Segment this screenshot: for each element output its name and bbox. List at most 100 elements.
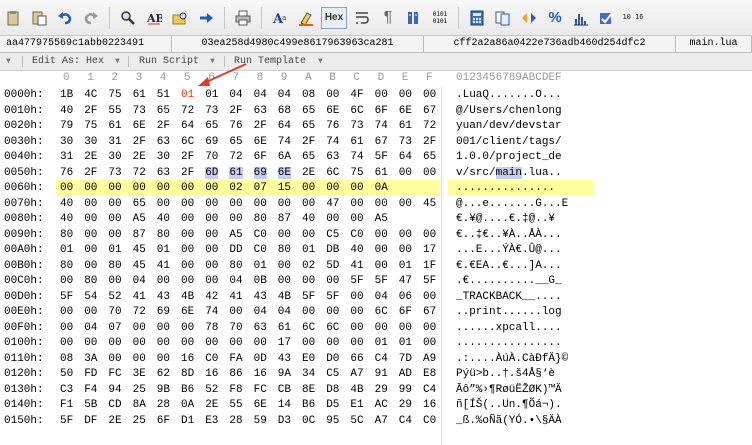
hex-byte[interactable]: 72 <box>133 306 146 318</box>
hex-byte[interactable]: 00 <box>229 213 242 225</box>
hex-byte[interactable]: 5D <box>326 260 339 272</box>
hex-row[interactable]: 0060h: 00 00 00 00 00 00 00 02 07 15 00 00 00 0A......… <box>0 180 752 196</box>
hex-row[interactable]: 00D0h: 5F 54 52 41 43 4B 42 41 43 4B 5F 5F 00 04 06 00 _T… <box>0 289 752 305</box>
hex-byte[interactable]: 74 <box>375 120 388 132</box>
hex-byte[interactable]: 00 <box>423 89 436 101</box>
hex-byte[interactable]: 40 <box>157 213 170 225</box>
hex-byte[interactable]: 6C <box>302 322 315 334</box>
hex-byte[interactable]: 2E <box>84 151 97 163</box>
hex-byte[interactable]: F8 <box>229 384 242 396</box>
hex-byte[interactable]: D3 <box>278 415 291 427</box>
hex-byte[interactable]: 5C <box>350 415 363 427</box>
hex-byte[interactable]: 08 <box>302 89 315 101</box>
hex-byte[interactable]: 4B <box>350 384 363 396</box>
hex-row[interactable]: 00E0h: 00 00 70 72 69 6E 74 00 04 04 00 00 00 6C 6F 67..… <box>0 304 752 320</box>
hex-byte[interactable]: 4F <box>350 89 363 101</box>
hex-byte[interactable]: 70 <box>108 306 121 318</box>
hex-byte[interactable]: 00 <box>423 229 436 241</box>
hex-byte[interactable]: 45 <box>133 260 146 272</box>
hex-byte[interactable]: 80 <box>278 244 291 256</box>
hex-byte[interactable]: FC <box>108 368 121 380</box>
hex-byte[interactable]: 72 <box>133 167 146 179</box>
ascii-text[interactable]: 001/client/tags/ <box>456 136 562 148</box>
hex-byte[interactable]: 00 <box>205 260 218 272</box>
ascii-text[interactable]: .LuaQ.......O... <box>456 89 562 101</box>
hex-byte[interactable]: 00 <box>108 213 121 225</box>
paragraph-icon[interactable]: ¶ <box>377 7 399 29</box>
hex-byte[interactable]: 65 <box>133 198 146 210</box>
hex-byte[interactable]: 73 <box>205 105 218 117</box>
font-icon[interactable]: Aa <box>269 7 291 29</box>
ascii-text[interactable]: _ß.%oÑã(YÓ.•\§ÄÀ <box>456 415 562 427</box>
hex-byte[interactable]: 5F <box>350 275 363 287</box>
ascii-selection[interactable]: main <box>495 166 523 179</box>
hex-byte[interactable]: 00 <box>205 229 218 241</box>
hex-byte[interactable]: 00 <box>157 198 170 210</box>
hex-byte[interactable]: 00 <box>254 198 267 210</box>
hex-byte[interactable]: 00 <box>108 275 121 287</box>
hex-byte[interactable]: 79 <box>60 120 73 132</box>
hex-byte[interactable]: 00 <box>229 198 242 210</box>
hex-byte[interactable]: 15 <box>278 182 291 194</box>
hex-byte[interactable]: 00 <box>326 182 339 194</box>
hex-row[interactable]: 00F0h: 00 04 07 00 00 00 78 70 63 61 6C 6C 00 00 00 00..… <box>0 320 752 336</box>
hex-byte[interactable]: 2E <box>108 415 121 427</box>
hex-byte[interactable]: 63 <box>254 105 267 117</box>
hex-byte[interactable]: 04 <box>375 291 388 303</box>
hex-byte[interactable]: 00 <box>108 198 121 210</box>
dropdown-arrow-icon[interactable]: ▼ <box>6 53 11 70</box>
hex-byte[interactable]: 5F <box>60 291 73 303</box>
hex-byte[interactable]: 00 <box>60 337 73 349</box>
hex-byte[interactable]: 00 <box>254 337 267 349</box>
hex-byte[interactable]: 00 <box>84 244 97 256</box>
hex-byte[interactable]: 6E <box>399 105 412 117</box>
hex-byte[interactable]: 00 <box>229 306 242 318</box>
hex-byte[interactable]: 76 <box>60 167 73 179</box>
hex-row[interactable]: 0130h: C3 F4 94 25 9B B6 52 F8 FC CB 8E D8 4B 29 99 C4 Ãô… <box>0 382 752 398</box>
hex-row[interactable]: 0000h: 1B 4C 75 61 51 01 01 04 04 04 08 00 4F 00 00 00 .L… <box>0 87 752 103</box>
hex-byte[interactable]: 5F <box>375 151 388 163</box>
hex-byte[interactable]: 01 <box>205 89 218 101</box>
hex-byte[interactable]: 5F <box>60 415 73 427</box>
hex-byte[interactable]: 63 <box>326 151 339 163</box>
hex-byte[interactable]: 00 <box>399 167 412 179</box>
find-in-files-icon[interactable] <box>169 7 191 29</box>
hex-byte[interactable]: 2E <box>133 151 146 163</box>
hex-row[interactable]: 0020h: 79 75 61 6E 2F 64 65 76 2F 64 65 76 73 74 61 72 yu… <box>0 118 752 134</box>
hex-byte[interactable]: 0B <box>254 275 267 287</box>
hex-byte[interactable]: C4 <box>375 353 388 365</box>
hex-byte[interactable]: 65 <box>157 105 170 117</box>
hex-byte[interactable]: 25 <box>133 415 146 427</box>
hex-byte[interactable]: 00 <box>133 182 146 194</box>
ascii-text[interactable]: ..print......log <box>456 306 562 318</box>
hex-byte[interactable]: 9B <box>157 384 170 396</box>
hex-byte[interactable]: 00 <box>205 182 218 194</box>
clipboard-icon[interactable] <box>2 7 24 29</box>
hex-byte[interactable]: 17 <box>278 337 291 349</box>
hex-byte[interactable]: 74 <box>326 136 339 148</box>
hex-byte[interactable]: 73 <box>350 120 363 132</box>
hex-byte[interactable]: 72 <box>229 151 242 163</box>
hex-byte[interactable]: 00 <box>181 337 194 349</box>
hex-byte[interactable]: F4 <box>84 384 97 396</box>
hex-byte[interactable]: 69 <box>157 306 170 318</box>
hex-byte[interactable]: 80 <box>108 260 121 272</box>
hex-byte[interactable]: 70 <box>205 151 218 163</box>
hex-byte[interactable]: 64 <box>278 120 291 132</box>
hex-byte[interactable]: 00 <box>157 353 170 365</box>
percent-icon[interactable]: % <box>544 7 566 29</box>
hex-byte[interactable]: 54 <box>84 291 97 303</box>
hex-byte[interactable]: 6F <box>399 306 412 318</box>
hex-byte[interactable]: 00 <box>423 291 436 303</box>
hex-byte[interactable]: 00 <box>302 337 315 349</box>
hex-byte[interactable]: 94 <box>108 384 121 396</box>
hex-byte[interactable]: 69 <box>253 166 267 179</box>
hex-byte[interactable]: 6E <box>133 120 146 132</box>
hex-byte[interactable]: 01 <box>157 244 170 256</box>
hex-byte[interactable]: 30 <box>108 151 121 163</box>
checksum-icon[interactable] <box>596 7 618 29</box>
hex-row[interactable]: 00A0h: 01 00 01 45 01 00 00 DD C0 80 01 DB 40 00 00 17..… <box>0 242 752 258</box>
hex-byte[interactable]: 2F <box>133 136 146 148</box>
ascii-text[interactable]: yuan/dev/devstar <box>456 120 562 132</box>
hex-byte[interactable]: 00 <box>350 198 363 210</box>
